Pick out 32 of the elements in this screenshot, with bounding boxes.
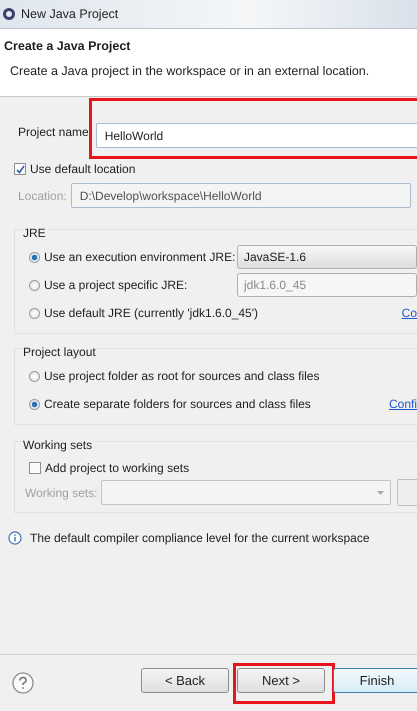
configure-link[interactable]: Co	[402, 306, 417, 320]
checkbox-option[interactable]: Add project to working sets	[29, 461, 417, 475]
checkbox[interactable]	[29, 462, 41, 474]
dialog-button[interactable]: Next >	[237, 668, 325, 692]
checkbox-option[interactable]: Use default location	[14, 162, 417, 176]
field-label: Working sets:	[25, 486, 98, 500]
radio-option[interactable]: Use an execution environment JRE:	[29, 250, 236, 264]
dropdown[interactable]: JavaSE-1.6	[237, 245, 417, 269]
radio-option[interactable]: Use default JRE (currently 'jdk1.6.0_45')	[29, 306, 258, 320]
caret-icon	[377, 490, 384, 494]
group-title: JRE	[23, 226, 48, 240]
radio-option[interactable]: Use a project specific JRE:	[29, 278, 188, 292]
dropdown[interactable]	[101, 480, 392, 505]
page-description: Create a Java project in the workspace or in an external location.	[10, 64, 370, 78]
app-icon	[2, 7, 16, 21]
group-title: Working sets	[23, 438, 94, 452]
group-title: Project layout	[23, 345, 98, 359]
page-title: Create a Java Project	[4, 39, 132, 53]
help-icon[interactable]	[12, 672, 34, 694]
radio-option[interactable]: Create separate folders for sources and class files	[29, 397, 311, 411]
radio-option[interactable]: Use project folder as root for sources and class files	[29, 369, 320, 383]
configure-link[interactable]: Confi	[388, 397, 417, 411]
field-label: Project name	[18, 125, 89, 139]
window-title: New Java Project	[21, 7, 118, 21]
dialog-button[interactable]: Finish	[333, 668, 417, 692]
input-field[interactable]: HelloWorld	[96, 123, 417, 148]
dialog-button[interactable]: < Back	[141, 668, 229, 692]
check-icon	[16, 164, 24, 174]
field-label: Location:	[18, 188, 67, 202]
info-icon	[8, 531, 22, 545]
checkbox[interactable]	[14, 163, 26, 175]
info-message: The default compiler compliance level for the current workspace	[30, 531, 370, 545]
